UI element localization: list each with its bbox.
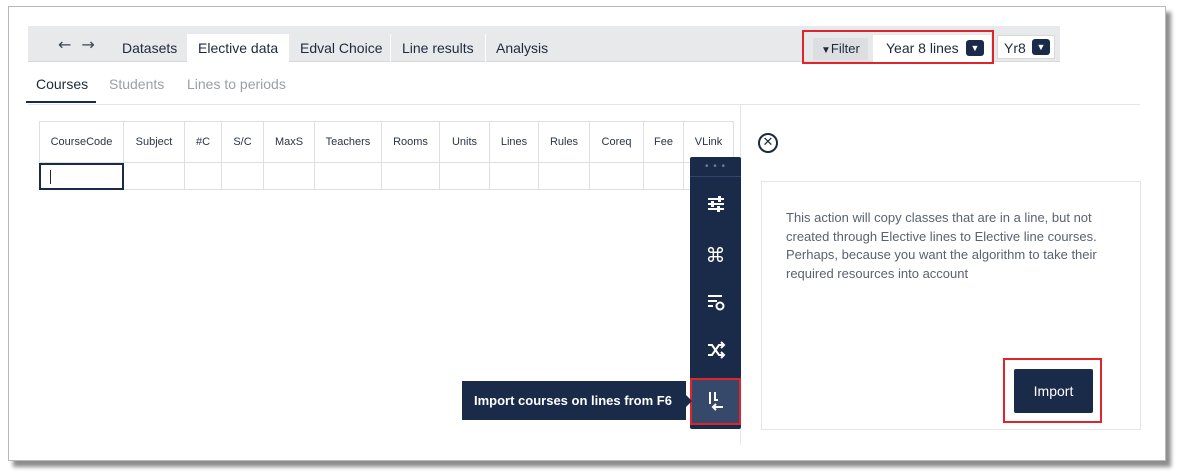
toolbar-tooltip: Import courses on lines from F6 [462, 381, 686, 420]
col-header-coreq[interactable]: Coreq [590, 121, 644, 163]
year-select[interactable]: Yr8 ▼ [997, 35, 1055, 59]
sort-refresh-icon[interactable] [690, 287, 741, 317]
col-header-fee[interactable]: Fee [644, 121, 684, 163]
col-header-coursecode[interactable]: CourseCode [39, 121, 124, 163]
active-subtab-indicator [26, 101, 96, 103]
tab-edval-choice[interactable]: Edval Choice [289, 34, 394, 62]
tab-elective-data[interactable]: Elective data [187, 34, 290, 62]
lines-select-value: Year 8 lines [886, 40, 959, 56]
tab-line-results[interactable]: Line results [391, 34, 485, 62]
import-button[interactable]: Import [1014, 369, 1093, 413]
tab-datasets[interactable]: Datasets [111, 34, 188, 62]
close-icon[interactable]: ✕ [758, 133, 778, 153]
filter-button[interactable]: ▼Filter [813, 38, 868, 60]
command-icon[interactable]: ⌘ [690, 240, 741, 270]
grid-cell[interactable] [490, 163, 539, 190]
grid-cell[interactable] [644, 163, 684, 190]
tab-analysis[interactable]: Analysis [485, 34, 559, 62]
year-select-value: Yr8 [1004, 40, 1026, 56]
grid-cell[interactable] [382, 163, 440, 190]
col-header-sc[interactable]: S/C [222, 121, 264, 163]
text-caret [50, 170, 51, 184]
subtab-students[interactable]: Students [109, 76, 164, 92]
grid-cell[interactable] [590, 163, 644, 190]
col-header-subject[interactable]: Subject [124, 121, 185, 163]
grid-cell[interactable] [539, 163, 590, 190]
toolbar-handle[interactable]: • • • [690, 157, 741, 177]
col-header-units[interactable]: Units [440, 121, 490, 163]
col-header-lines[interactable]: Lines [490, 121, 539, 163]
sliders-icon[interactable] [690, 189, 741, 219]
grid-cell[interactable] [264, 163, 315, 190]
drag-dots-icon: • • • [704, 161, 727, 172]
grid-cell[interactable] [440, 163, 490, 190]
grid-header-row: CourseCode Subject #C S/C MaxS Teachers … [39, 121, 734, 163]
forward-arrow-icon[interactable]: → [81, 35, 94, 54]
chevron-down-icon: ▼ [1032, 39, 1050, 55]
table-row [39, 163, 734, 190]
shuffle-icon[interactable] [690, 335, 741, 365]
tooltip-pointer [685, 394, 692, 408]
courses-grid: CourseCode Subject #C S/C MaxS Teachers … [39, 121, 734, 190]
chevron-down-icon: ▼ [966, 40, 984, 56]
col-header-maxs[interactable]: MaxS [264, 121, 315, 163]
grid-cell[interactable] [124, 163, 185, 190]
filter-label: Filter [830, 41, 860, 56]
import-lines-button[interactable] [690, 378, 741, 425]
back-arrow-icon[interactable]: ← [58, 35, 71, 54]
grid-cell[interactable] [185, 163, 222, 190]
col-header-teachers[interactable]: Teachers [315, 121, 382, 163]
nav-arrows: ← → [58, 35, 95, 54]
import-lines-icon [692, 385, 739, 415]
col-header-rooms[interactable]: Rooms [382, 121, 440, 163]
subtab-lines-to-periods[interactable]: Lines to periods [187, 76, 286, 92]
lines-select[interactable]: Year 8 lines ▼ [873, 35, 991, 62]
subtab-courses[interactable]: Courses [36, 76, 88, 92]
col-header-rules[interactable]: Rules [539, 121, 590, 163]
import-description: This action will copy classes that are i… [786, 210, 1097, 281]
filter-highlight: ▼Filter Year 8 lines ▼ [802, 30, 994, 64]
import-highlight: Import [1003, 358, 1102, 423]
grid-cell[interactable] [222, 163, 264, 190]
filter-icon: ▼ [821, 45, 831, 56]
grid-cell-editing[interactable] [39, 163, 124, 190]
grid-cell[interactable] [315, 163, 382, 190]
col-header-num-classes[interactable]: #C [185, 121, 222, 163]
divider [28, 104, 1140, 105]
